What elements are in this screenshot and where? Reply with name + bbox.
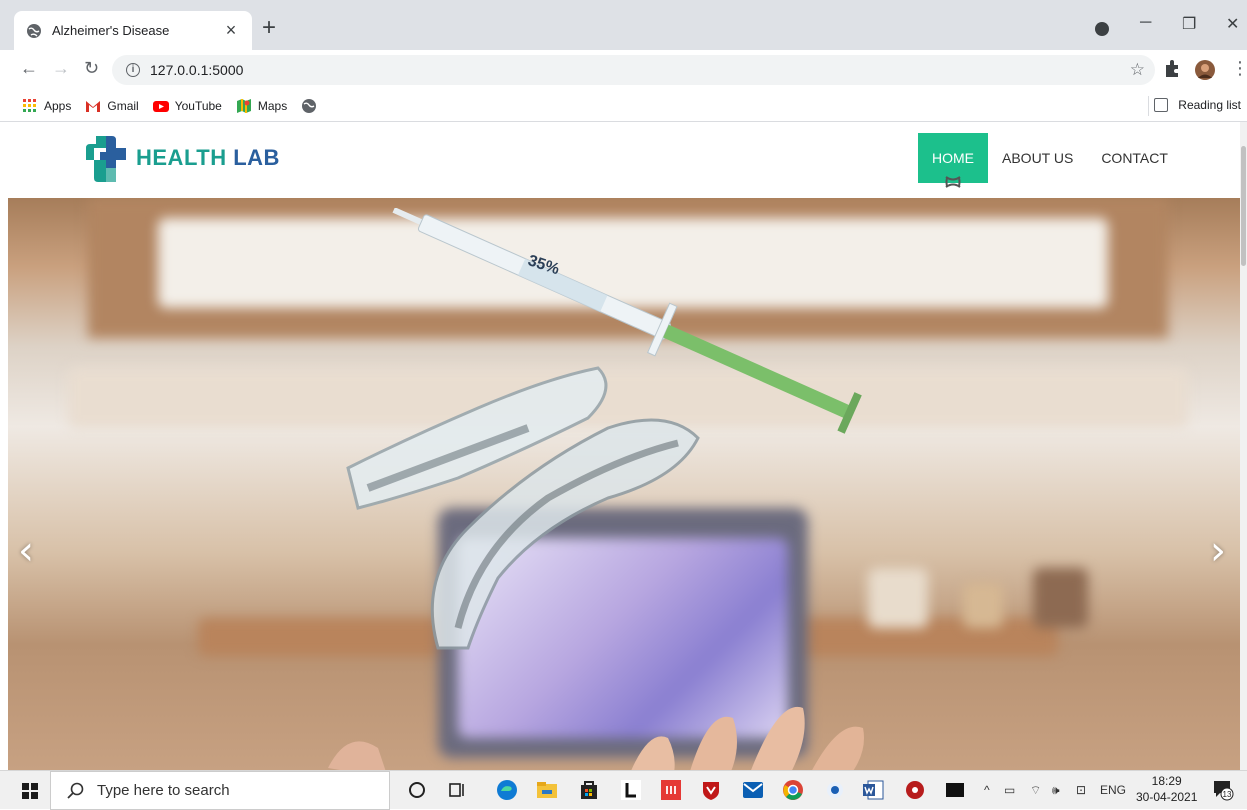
hero-decor-2 [963, 583, 1003, 628]
globe-icon [27, 23, 41, 38]
nav-contact[interactable]: CONTACT [1087, 133, 1182, 183]
maps-icon [236, 98, 251, 113]
reading-list-icon [1154, 98, 1169, 112]
site-header: HEALTH LAB HOME ABOUT US CONTACT [0, 122, 1240, 198]
dna-icon [945, 176, 961, 188]
site-logo[interactable]: HEALTH LAB [82, 130, 280, 186]
app-blue-circle-icon[interactable] [824, 779, 846, 801]
wifi-icon[interactable]: ⌔ [1030, 783, 1041, 798]
reading-list-label: Reading list [1178, 98, 1241, 112]
apps-grid-icon [23, 98, 36, 112]
app-red-icon[interactable] [660, 779, 682, 801]
cortana-icon[interactable] [406, 779, 428, 801]
scrollbar-thumb[interactable] [1241, 146, 1246, 266]
forward-icon[interactable]: → [52, 58, 70, 79]
tab-close-icon[interactable]: × [222, 20, 240, 41]
ime-icon[interactable]: ⊡ [1076, 783, 1086, 797]
site-info-icon[interactable]: i [126, 63, 140, 77]
taskbar-clock[interactable]: 18:29 30-04-2021 [1136, 773, 1197, 805]
bookmarks-divider [1148, 96, 1149, 116]
main-nav: HOME ABOUT US CONTACT [918, 133, 1182, 188]
minimize-icon[interactable]: ─ [1140, 14, 1151, 32]
bookmarks-bar: Apps Gmail YouTube Maps Reading list [0, 90, 1247, 122]
reload-icon[interactable]: ↻ [84, 58, 99, 79]
task-view-icon[interactable] [446, 779, 468, 801]
menu-icon[interactable]: ⋮ [1231, 58, 1247, 79]
language-indicator[interactable]: ENG [1100, 783, 1126, 797]
notification-count: 13 [1223, 790, 1232, 799]
store-icon[interactable] [578, 779, 600, 801]
bookmark-unnamed[interactable] [301, 98, 323, 114]
volume-icon[interactable]: 🕪 [1052, 783, 1060, 798]
tray-overflow-icon[interactable]: ^ [984, 783, 990, 797]
bookmark-youtube[interactable]: YouTube [152, 98, 222, 114]
taskbar-search[interactable]: Type here to search [50, 771, 390, 810]
nav-home-label: HOME [932, 150, 974, 166]
battery-icon[interactable]: ▭ [1004, 783, 1015, 797]
nav-contact-label: CONTACT [1101, 150, 1168, 166]
bookmark-gmail[interactable]: Gmail [85, 98, 139, 114]
chrome-icon[interactable] [782, 779, 804, 801]
dental-aligner-image [346, 366, 700, 650]
logo-text-health: HEALTH [136, 145, 227, 170]
bookmark-label: Maps [257, 98, 288, 113]
nav-about-label: ABOUT US [1002, 150, 1074, 166]
reading-list-button[interactable]: Reading list [1154, 98, 1241, 112]
extensions-icon[interactable] [1163, 59, 1181, 79]
hero-decor-3 [1033, 568, 1088, 628]
nav-about-us[interactable]: ABOUT US [988, 133, 1087, 183]
carousel-next-arrow[interactable]: › [1210, 528, 1226, 574]
youtube-icon [152, 100, 169, 112]
mcafee-icon[interactable] [700, 779, 722, 801]
bookmark-star-icon[interactable]: ☆ [1130, 60, 1145, 80]
hero-carousel: 35% ‹ › [8, 198, 1240, 770]
globe-icon [302, 98, 317, 113]
profile-indicator-icon[interactable] [1095, 22, 1109, 36]
mail-icon[interactable] [742, 779, 764, 801]
logo-text-lab: LAB [233, 145, 280, 170]
back-icon[interactable]: ← [20, 58, 38, 79]
browser-toolbar: ← → ↻ i 127.0.0.1:5000 ☆ ⋮ [0, 50, 1247, 90]
tab-strip: Alzheimer's Disease × + ─ ❐ ✕ [0, 0, 1247, 50]
clock-time: 18:29 [1151, 774, 1182, 788]
nav-home[interactable]: HOME [918, 133, 988, 188]
app-l-icon[interactable] [620, 779, 642, 801]
terminal-icon[interactable] [944, 779, 966, 801]
windows-start-icon[interactable] [22, 783, 38, 799]
restore-icon[interactable]: ❐ [1182, 14, 1196, 34]
web-page: HEALTH LAB HOME ABOUT US CONTACT 35% ‹ › [0, 122, 1240, 770]
bookmark-label: Apps [44, 98, 72, 113]
windows-taskbar: Type here to search ^ ▭ ⌔ 🕪 ⊡ ENG 18:29 … [0, 770, 1247, 810]
clock-date: 30-04-2021 [1136, 790, 1198, 804]
bookmark-label: YouTube [174, 98, 222, 113]
bookmark-apps[interactable]: Apps [22, 98, 71, 114]
browser-tab[interactable]: Alzheimer's Disease × [14, 11, 252, 50]
word-icon[interactable] [862, 779, 884, 801]
window-close-icon[interactable]: ✕ [1226, 14, 1239, 34]
bookmark-maps[interactable]: Maps [236, 98, 287, 114]
search-placeholder: Type here to search [97, 782, 230, 799]
address-bar[interactable]: i 127.0.0.1:5000 ☆ [112, 55, 1155, 85]
bookmark-label: Gmail [107, 98, 139, 113]
health-cross-logo-icon [86, 136, 126, 182]
new-tab-button[interactable]: + [262, 16, 276, 40]
app-red-flower-icon[interactable] [904, 779, 926, 801]
hero-decor-1 [868, 568, 928, 628]
file-explorer-icon[interactable] [536, 779, 558, 801]
tab-title: Alzheimer's Disease [52, 23, 170, 38]
hand-image [328, 706, 864, 770]
edge-icon[interactable] [496, 779, 518, 801]
search-icon [67, 782, 84, 799]
gmail-icon [86, 100, 101, 112]
notification-center-icon[interactable]: 13 [1212, 779, 1234, 801]
page-scrollbar[interactable] [1240, 122, 1247, 770]
url-text[interactable]: 127.0.0.1:5000 [150, 62, 243, 78]
profile-avatar-icon[interactable] [1194, 59, 1216, 81]
carousel-prev-arrow[interactable]: ‹ [18, 528, 34, 574]
